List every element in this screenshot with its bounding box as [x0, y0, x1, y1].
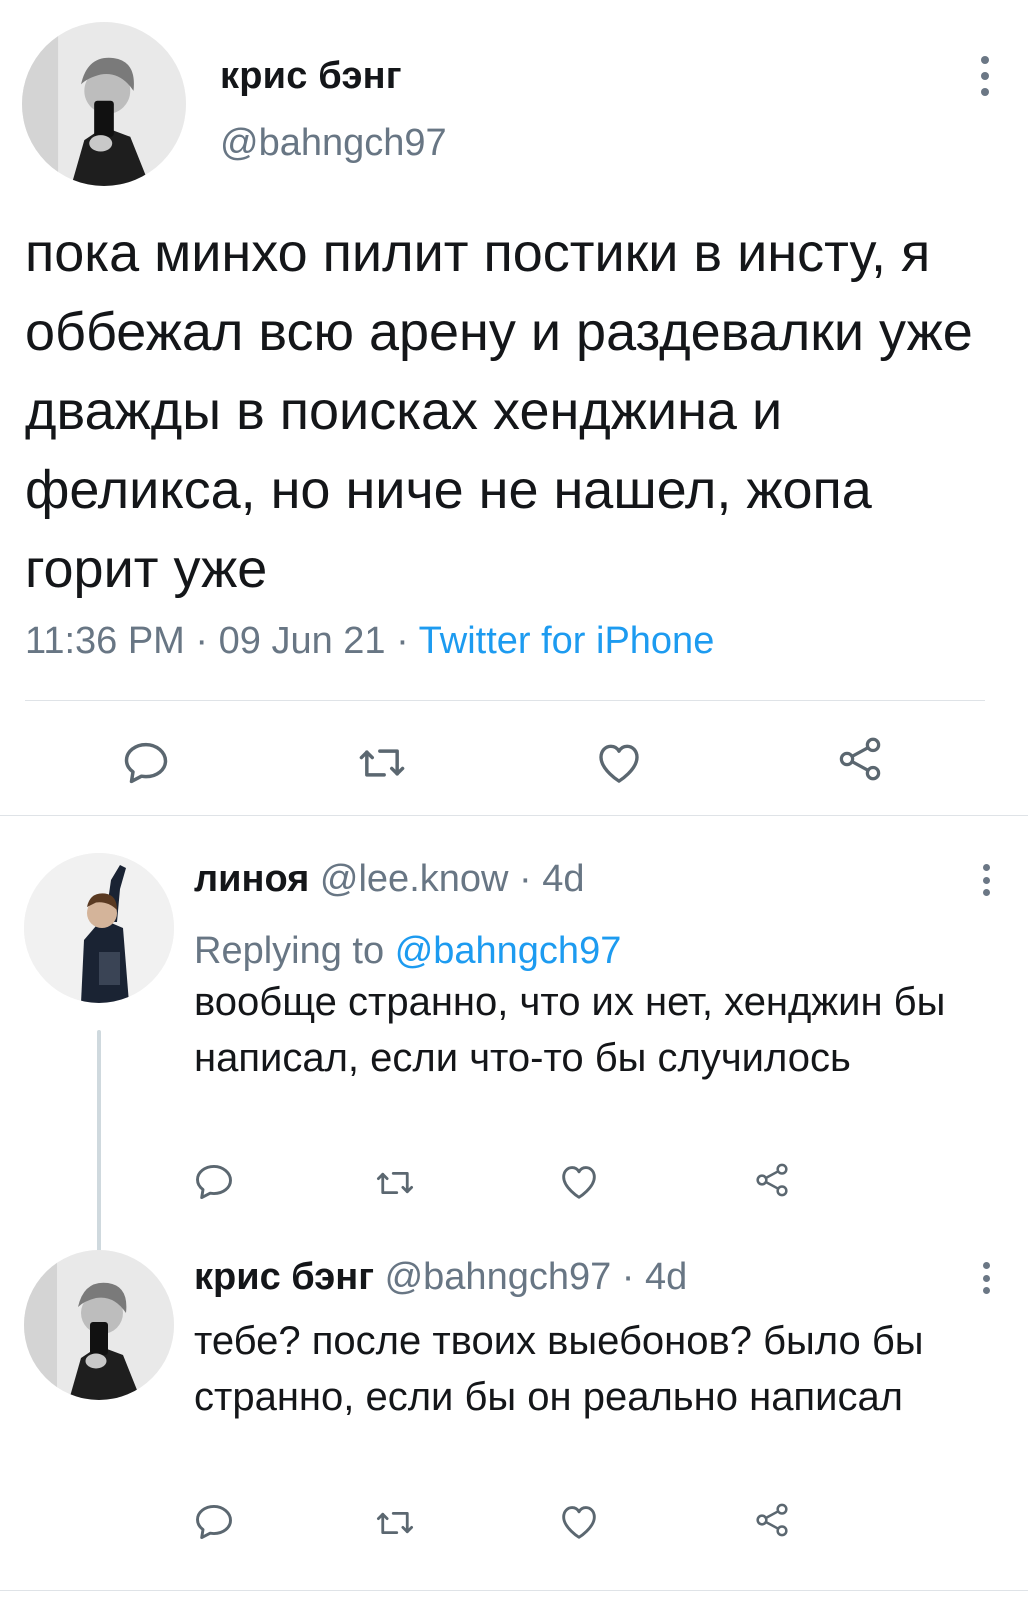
reply-text: тебе? после твоих выебонов? было бы стра…	[194, 1319, 924, 1419]
main-author-handle[interactable]: @bahngch97	[220, 122, 447, 165]
retweet-icon[interactable]	[354, 737, 410, 789]
reply-headline: крис бэнг @bahngch97 · 4d	[194, 1256, 688, 1298]
like-icon[interactable]	[556, 1158, 602, 1204]
tweet-time: 11:36 PM	[25, 620, 185, 662]
meta-separator: ·	[184, 620, 219, 662]
share-icon[interactable]	[752, 1160, 792, 1200]
profile-photo-icon	[24, 853, 174, 1003]
retweet-icon[interactable]	[372, 1162, 418, 1204]
bottom-divider	[0, 1590, 1028, 1591]
reply-icon[interactable]	[192, 1500, 236, 1544]
section-divider	[0, 815, 1028, 816]
more-icon[interactable]	[978, 864, 994, 896]
main-tweet-text: пока минхо пилит постики в инсту, я оббе…	[25, 223, 973, 599]
main-author-avatar[interactable]	[22, 22, 186, 186]
replying-to: Replying to @bahngch97	[194, 930, 621, 973]
main-author-name[interactable]: крис бэнг	[220, 55, 402, 98]
reply-author-handle[interactable]: @lee.know	[320, 858, 509, 900]
profile-photo-icon	[22, 22, 186, 186]
reply-text: вообще странно, что их нет, хенджин бы н…	[194, 980, 946, 1080]
main-action-bar	[0, 725, 1028, 825]
profile-photo-icon	[24, 1250, 174, 1400]
meta-divider	[25, 700, 985, 701]
reply-icon[interactable]	[120, 737, 172, 789]
reply-headline: линоя @lee.know · 4d	[194, 858, 585, 900]
like-icon[interactable]	[592, 735, 646, 789]
more-icon[interactable]	[978, 1262, 994, 1294]
reply-icon[interactable]	[192, 1160, 236, 1204]
reply-author-avatar[interactable]	[24, 1250, 174, 1400]
share-icon[interactable]	[834, 733, 886, 785]
reply-author-avatar[interactable]	[24, 853, 174, 1003]
replying-label: Replying to	[194, 930, 385, 972]
like-icon[interactable]	[556, 1498, 602, 1544]
reply-author-handle[interactable]: @bahngch97	[385, 1256, 612, 1298]
reply-age: 4d	[645, 1256, 688, 1298]
replying-mention-link[interactable]: @bahngch97	[395, 930, 622, 972]
meta-separator: ·	[385, 620, 419, 662]
tweet-meta: 11:36 PM · 09 Jun 21 · Twitter for iPhon…	[25, 620, 714, 663]
tweet-date: 09 Jun 21	[218, 620, 386, 662]
thread-line	[97, 1030, 101, 1268]
more-icon[interactable]	[975, 56, 995, 96]
reply-author-name[interactable]: крис бэнг	[194, 1256, 374, 1298]
share-icon[interactable]	[752, 1500, 792, 1540]
tweet-thread-page: крис бэнг @bahngch97 пока минхо пилит по…	[0, 0, 1028, 1600]
reply-age: 4d	[542, 858, 585, 900]
tweet-source-link[interactable]: Twitter for iPhone	[419, 620, 715, 662]
retweet-icon[interactable]	[372, 1502, 418, 1544]
reply-author-name[interactable]: линоя	[194, 858, 309, 900]
